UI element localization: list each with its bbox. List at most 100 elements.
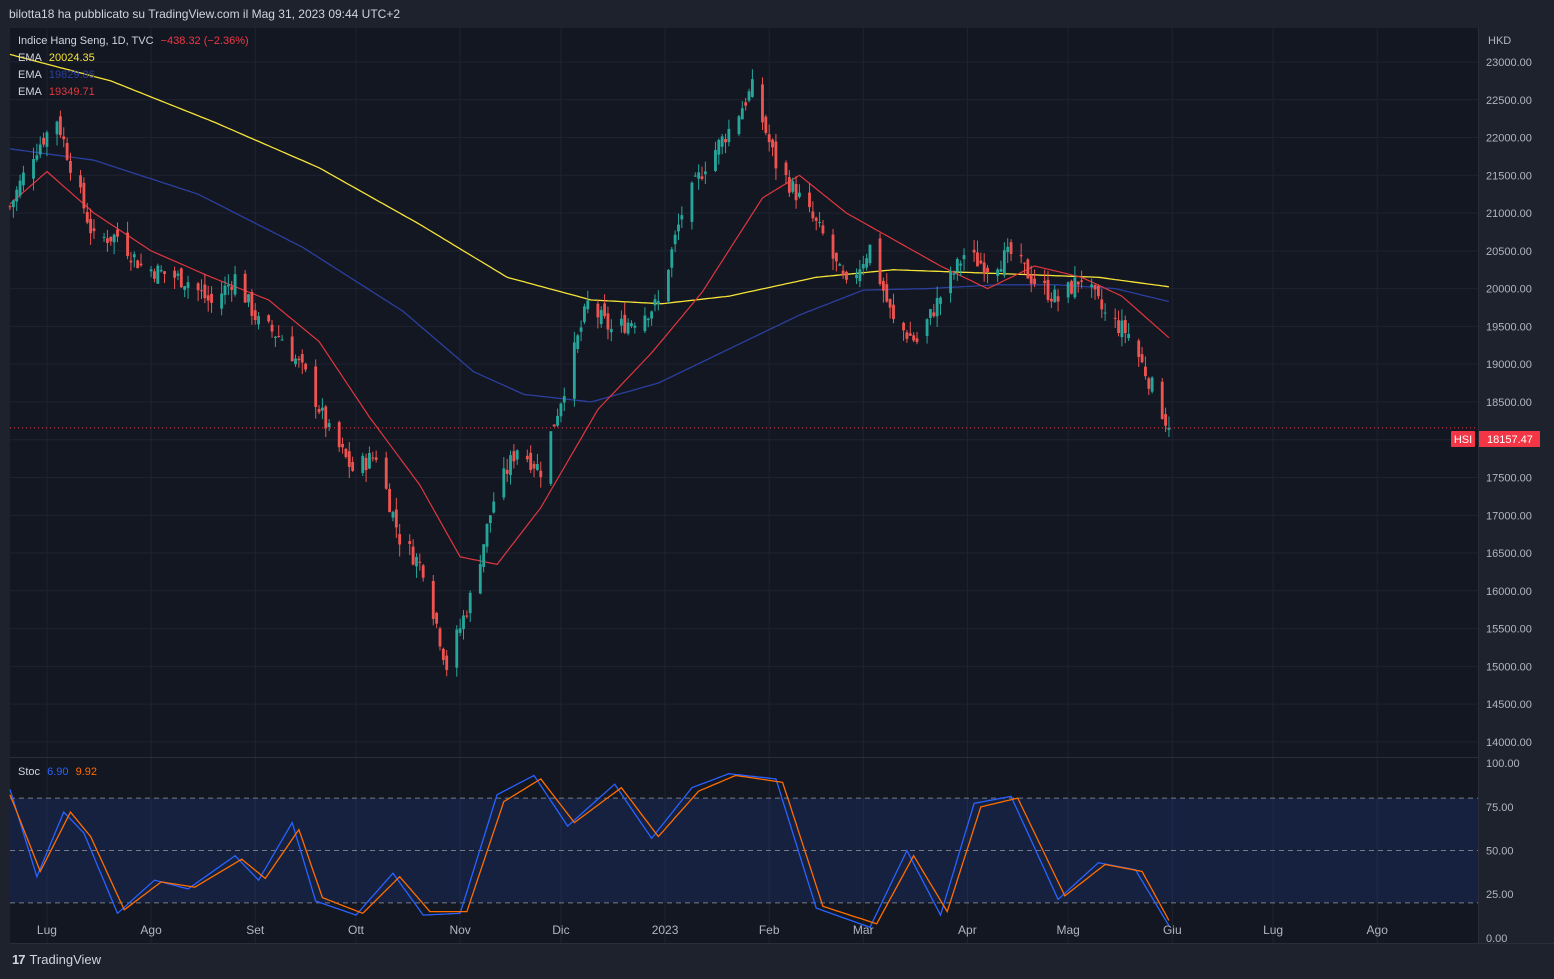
candle-body [740,108,744,120]
brand-label: TradingView [29,952,102,967]
candle-body [129,260,133,263]
candle-body [314,366,318,407]
candle-body [794,183,798,201]
legend-stoch-row[interactable]: Stoc 6.90 9.92 [18,766,101,778]
candle-body [156,265,160,284]
candle-body [109,236,113,242]
candle-body [1096,285,1100,297]
candle-body [505,469,509,474]
candle-body [982,262,986,275]
candle-body [690,182,694,222]
candle-body [478,564,482,594]
candle-body [102,236,106,238]
legend-ema-row-1[interactable]: EMA 20024.35 [18,52,99,64]
candle-body [902,322,905,331]
chart-canvas[interactable]: HKD 23000.00 22500.00 22000.00 21500.00 2100… [0,0,1554,979]
stoch-tick-label: 0.00 [1486,933,1507,945]
candle-body [670,249,674,268]
candle-body [680,215,684,220]
candle-body [18,180,22,196]
candle-body [344,448,348,457]
candle-body [243,273,247,303]
candle-body [693,175,697,177]
candle-body [321,407,324,411]
candle-body [22,172,25,186]
candle-body [247,294,250,303]
candle-body [549,431,553,484]
legend-instrument-row[interactable]: Indice Hang Seng, 1D, TVC −438.32 (−2.36… [18,35,253,47]
price-tick-label: 14000.00 [1486,737,1532,749]
legend-ema-row-2[interactable]: EMA 19829.86 [18,69,99,81]
candle-body [623,314,627,333]
candle-body [173,270,177,278]
candle-body [159,270,163,272]
candle-body [112,234,116,243]
candle-body [838,264,842,266]
candle-body [656,301,660,305]
ema-label-1: EMA [18,52,42,64]
candle-body [576,335,580,349]
candle-body [58,116,62,136]
candle-body [714,149,717,171]
candle-body [411,546,415,565]
last-price-tag: HSI 18157.47 [1451,431,1540,447]
candle-body [865,258,869,268]
candle-body [176,273,180,276]
candle-body [818,222,821,224]
candle-body [32,159,35,179]
candle-body [250,292,254,316]
candle-body [1147,378,1151,389]
candle-body [485,523,489,547]
candle-body [1137,340,1141,357]
candle-body [421,565,425,578]
tradingview-brand[interactable]: ⁠17 TradingView [12,952,101,967]
stoch-tick-label: 25.00 [1486,889,1514,901]
ema-value-3: 19349.71 [48,86,95,98]
price-tick-label: 19000.00 [1486,359,1532,371]
candle-body [764,116,768,133]
candle-body [347,451,351,467]
candle-body [949,271,953,294]
candle-body [196,283,200,291]
candle-body [438,628,442,647]
candle-body [361,455,365,474]
candle-body [972,249,976,253]
candle-body [771,139,774,148]
candle-body [529,452,533,470]
candle-body [1026,259,1030,279]
candle-body [532,463,536,469]
candle-body [1073,277,1077,298]
candle-body [630,323,633,327]
candle-body [82,182,86,209]
candle-body [583,306,586,323]
candle-body [273,336,277,338]
candle-body [512,451,516,462]
price-tick-label: 16500.00 [1486,548,1532,560]
legend-ema-row-3[interactable]: EMA 19349.71 [18,86,99,98]
ema-label-2: EMA [18,69,42,81]
candle-body [727,128,731,143]
stoch-tick-label: 50.00 [1486,846,1514,858]
candle-body [999,269,1003,272]
time-tick-label: Giu [1163,923,1182,937]
candle-body [257,316,260,325]
candle-body [230,286,234,290]
candle-body [1046,279,1050,300]
tradingview-chart-frame: bilotta18 ha pubblicato su TradingView.c… [0,0,1554,979]
price-tick-label: 22000.00 [1486,133,1532,145]
candle-body [492,501,496,513]
candle-body [297,358,301,361]
candle-body [153,271,156,279]
candle-body [979,260,983,264]
candle-body [720,136,724,147]
candle-body [858,269,862,282]
time-tick-label: Apr [958,923,977,937]
candle-body [418,561,422,563]
candle-body [398,534,402,545]
candle-body [986,267,989,273]
candle-body [667,269,670,302]
candle-body [42,137,46,145]
time-tick-label: Lug [1263,923,1283,937]
price-tick-label: 15000.00 [1486,661,1532,673]
candle-body [868,244,872,264]
